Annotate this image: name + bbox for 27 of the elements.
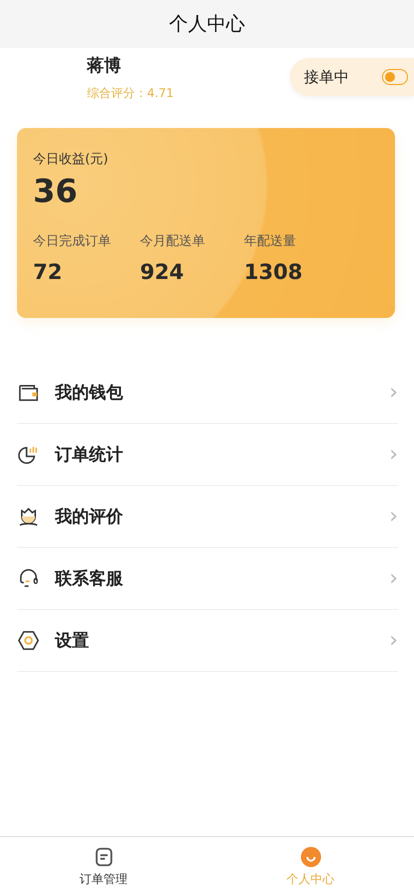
earnings-label: 今日收益(元)	[33, 151, 108, 168]
menu-item[interactable]: 联系客服 ›	[17, 548, 398, 610]
hexagon-icon	[17, 629, 40, 652]
chevron-icon: ›	[389, 380, 398, 405]
stat-value: 924	[140, 260, 184, 284]
stat-label: 今日完成订单	[33, 233, 111, 250]
menu-item[interactable]: 设置 ›	[17, 610, 398, 672]
tulip-icon	[17, 505, 40, 528]
order-toggle[interactable]: 接单中	[290, 58, 414, 96]
menu-item[interactable]: 我的钱包 ›	[17, 362, 398, 424]
stat-label: 年配送量	[244, 233, 296, 250]
tab-item[interactable]: 订单管理	[0, 837, 207, 896]
stat-value: 72	[33, 260, 62, 284]
chevron-icon: ›	[389, 504, 398, 529]
chevron-icon: ›	[389, 442, 398, 467]
earnings-value: 36	[33, 172, 78, 210]
chevron-icon: ›	[389, 628, 398, 653]
rating-text: 综合评分：4.71	[87, 85, 174, 102]
menu-item[interactable]: 订单统计 ›	[17, 424, 398, 486]
stat-value: 1308	[244, 260, 302, 284]
chevron-icon: ›	[389, 566, 398, 591]
menu-item[interactable]: 我的评价 ›	[17, 486, 398, 548]
page-title: 个人中心	[169, 12, 245, 37]
user-name: 蒋博	[87, 55, 122, 77]
headset-icon	[17, 567, 40, 590]
stat-label: 今月配送单	[140, 233, 205, 250]
smiley-icon	[300, 846, 322, 868]
